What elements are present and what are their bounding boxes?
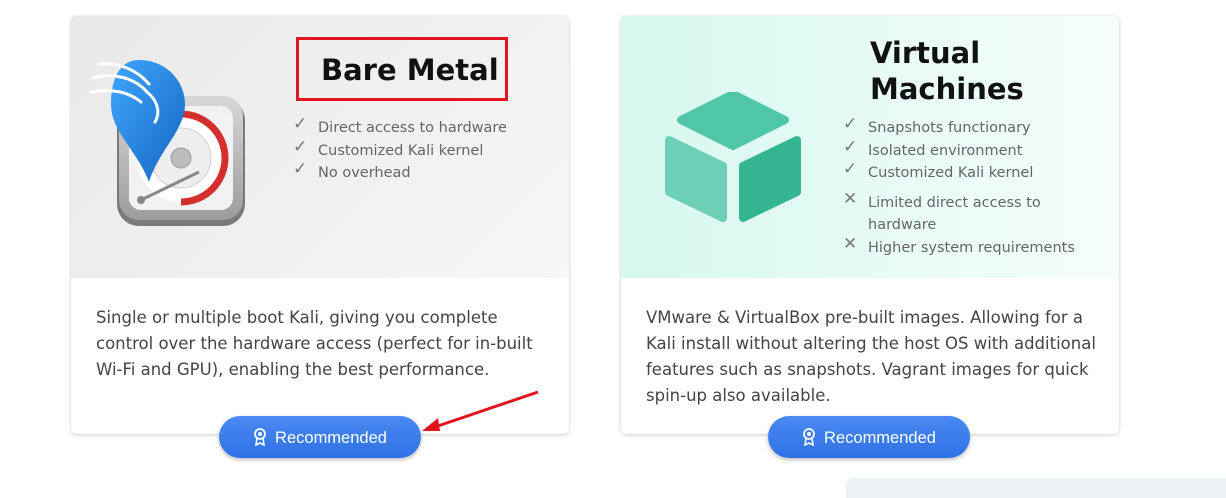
feature-list: ✓ Direct access to hardware ✓ Customized K… bbox=[293, 114, 507, 185]
card-title: Virtual Machines bbox=[870, 36, 1024, 106]
feature-item: ✓ Isolated environment bbox=[843, 136, 1023, 159]
cross-icon: ✕ bbox=[843, 233, 858, 254]
virtual-machines-header: Virtual Machines ✓ Snapshots functionary … bbox=[621, 16, 1119, 278]
check-icon: ✓ bbox=[843, 114, 858, 134]
bare-metal-card: Bare Metal ✓ Direct access to hardware ✓ C… bbox=[71, 16, 569, 458]
virtual-machines-card: Virtual Machines ✓ Snapshots functionary … bbox=[621, 16, 1119, 458]
check-icon: ✓ bbox=[293, 159, 308, 179]
feature-item: ✕ Higher system requirements bbox=[843, 233, 1075, 256]
feature-item: ✓ No overhead bbox=[293, 159, 411, 181]
card-description: VMware & VirtualBox pre-built images. Al… bbox=[646, 308, 1096, 405]
feature-list: ✓ Snapshots functionary ✓ Isolated environ… bbox=[843, 114, 1075, 259]
annotation-arrow-icon bbox=[422, 390, 539, 431]
background-panel bbox=[846, 478, 1226, 498]
card-description: Single or multiple boot Kali, giving you… bbox=[96, 308, 533, 379]
check-icon: ✓ bbox=[843, 136, 858, 157]
cross-icon: ✕ bbox=[843, 188, 858, 209]
check-icon: ✓ bbox=[293, 114, 308, 134]
cube-icon bbox=[665, 92, 801, 222]
bare-metal-header: Bare Metal ✓ Direct access to hardware ✓ C… bbox=[71, 16, 569, 278]
feature-item: ✕ Limited direct access to hardware bbox=[843, 188, 1041, 234]
feature-item: ✓ Snapshots functionary bbox=[843, 114, 1031, 136]
check-icon: ✓ bbox=[843, 159, 858, 179]
feature-item: ✓ Direct access to hardware bbox=[293, 114, 507, 136]
feature-item: ✓ Customized Kali kernel bbox=[843, 159, 1034, 181]
check-icon: ✓ bbox=[293, 136, 308, 157]
recommended-button[interactable]: Recommended bbox=[768, 416, 970, 458]
recommended-button[interactable]: Recommended bbox=[219, 416, 421, 458]
award-ribbon-icon bbox=[254, 427, 266, 446]
kali-hard-drive-icon bbox=[89, 60, 245, 226]
feature-item: ✓ Customized Kali kernel bbox=[293, 136, 484, 159]
card-title: Bare Metal bbox=[321, 53, 499, 87]
award-ribbon-icon bbox=[803, 427, 815, 446]
